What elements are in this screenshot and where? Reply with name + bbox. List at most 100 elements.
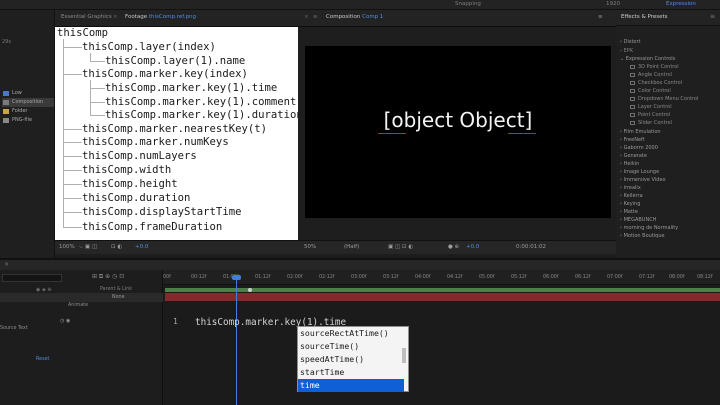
autocomplete-item-selected[interactable]: time bbox=[298, 379, 404, 392]
timeline-switches-icon[interactable]: ⊞ ⧉ ⊕ ◷ ⊡ bbox=[92, 273, 124, 281]
close-icon[interactable]: × bbox=[4, 261, 9, 268]
project-item[interactable]: PNG-file bbox=[2, 116, 54, 125]
footage-tab-bar: Essential Graphics × Footage thisComp.re… bbox=[55, 10, 298, 27]
top-toolbar: Snapping 1920 Expression bbox=[0, 0, 720, 10]
tab-composition-prefix: Composition bbox=[326, 14, 361, 20]
project-item[interactable]: Low bbox=[2, 89, 54, 98]
playhead[interactable] bbox=[236, 275, 237, 405]
resolution-dropdown[interactable]: (Half) bbox=[344, 244, 359, 250]
marker-icon[interactable] bbox=[248, 288, 252, 292]
fx-category[interactable]: › morning de Normality bbox=[620, 225, 678, 231]
code-line: thisComp.marker.key(1).duration bbox=[105, 109, 303, 121]
zoom-dropdown[interactable]: 100% bbox=[59, 244, 75, 250]
code-line: thisComp.width bbox=[82, 164, 172, 176]
code-line: thisComp.height bbox=[82, 178, 178, 190]
ruler-tick: 01:12f bbox=[255, 275, 271, 280]
panel-menu-icon[interactable]: ≡ bbox=[710, 13, 715, 20]
exposure-value[interactable]: +0.0 bbox=[466, 244, 479, 250]
fx-item[interactable]: Point Control bbox=[630, 112, 670, 118]
project-item-selected[interactable]: Composition bbox=[2, 98, 54, 107]
fx-item[interactable]: Layer Control bbox=[630, 104, 672, 110]
autocomplete-item[interactable]: startTime bbox=[298, 366, 404, 379]
workspace-tab[interactable]: Expression bbox=[666, 1, 696, 7]
autocomplete-scrollbar[interactable] bbox=[402, 348, 406, 363]
panel-menu-icon[interactable]: ≡ bbox=[598, 14, 603, 20]
tree-guide bbox=[63, 39, 64, 228]
fx-category[interactable]: › Matte bbox=[620, 209, 638, 215]
fx-category-label: Image Lounge bbox=[623, 169, 660, 175]
fx-item[interactable]: Dropdown Menu Control bbox=[630, 96, 699, 102]
tab-footage[interactable]: Footage thisComp.ref.png bbox=[125, 14, 196, 20]
ruler-tick: 04:00f bbox=[415, 275, 431, 280]
fx-category-expanded[interactable]: ⌄ Expression Controls bbox=[620, 56, 675, 62]
time-ruler[interactable]: 00f 00:12f 01:00f 01:12f 02:00f 02:12f 0… bbox=[163, 270, 720, 285]
tree-guide bbox=[90, 53, 91, 61]
lock-icon[interactable]: ≡ bbox=[313, 14, 318, 20]
fx-item[interactable]: Slider Control bbox=[630, 120, 672, 126]
layer-row[interactable] bbox=[0, 293, 163, 302]
fx-category-label: Motion Boutique bbox=[623, 233, 665, 239]
playhead-handle[interactable] bbox=[232, 275, 241, 280]
fit-icon[interactable]: ⌵ ▣ ◫ bbox=[79, 244, 97, 251]
fx-category[interactable]: › EPK bbox=[620, 48, 633, 54]
project-panel: 29s Low Composition Folder PNG-file bbox=[0, 10, 55, 258]
fx-category-label: Expression Controls bbox=[625, 56, 676, 62]
fx-category[interactable]: › Kellerra bbox=[620, 193, 643, 199]
tab-composition[interactable]: Composition Comp 1 bbox=[326, 14, 383, 20]
fx-category[interactable]: › Image Lounge bbox=[620, 169, 659, 175]
layer-name[interactable]: Animate bbox=[68, 303, 88, 308]
resolution-label: 1920 bbox=[606, 1, 620, 7]
fx-category[interactable]: › Distort bbox=[620, 39, 640, 45]
fx-category[interactable]: › Motion Boutique bbox=[620, 233, 665, 239]
fx-category[interactable]: › irrealix bbox=[620, 185, 641, 191]
parent-dropdown[interactable]: None bbox=[112, 295, 125, 300]
snapping-toggle[interactable]: Snapping bbox=[455, 1, 481, 7]
effect-icon bbox=[630, 64, 635, 69]
fx-item[interactable]: Checkbox Control bbox=[630, 80, 682, 86]
layer-duration-bar[interactable] bbox=[165, 293, 720, 301]
fx-category-label: Immersive Video bbox=[623, 177, 666, 183]
code-line: thisComp bbox=[57, 27, 109, 39]
fx-category[interactable]: › Immersive Video bbox=[620, 177, 666, 183]
close-icon[interactable]: × bbox=[304, 14, 309, 20]
fx-item[interactable]: 3D Point Control bbox=[630, 64, 679, 70]
fx-category[interactable]: › Heikin bbox=[620, 161, 639, 167]
code-line: thisComp.marker.nearestKey(t) bbox=[82, 123, 267, 135]
timecode[interactable]: 0:00:01:02 bbox=[516, 244, 546, 250]
project-item[interactable]: Folder bbox=[2, 107, 54, 116]
fx-category[interactable]: › MEGABUNCH bbox=[620, 217, 656, 223]
grid-icon[interactable]: ▣ ◫ ⊡ ◐ bbox=[388, 244, 413, 250]
viewer-text-layer[interactable]: [object Object] bbox=[305, 108, 611, 132]
fx-category[interactable]: › Generate bbox=[620, 153, 647, 159]
autocomplete-item[interactable]: sourceRectAtTime() bbox=[298, 327, 404, 340]
tree-branch bbox=[63, 184, 82, 185]
autocomplete-item[interactable]: speedAtTime() bbox=[298, 353, 404, 366]
fx-category[interactable]: › FreeNeft bbox=[620, 137, 645, 143]
timeline-search-input[interactable] bbox=[2, 274, 62, 282]
tab-footage-name: thisComp.ref.png bbox=[148, 14, 196, 20]
close-icon[interactable]: × bbox=[113, 14, 118, 20]
timeline-layer-panel: ⊞ ⧉ ⊕ ◷ ⊡ Parent & Link ◉ ◈ ⊕ None Anima… bbox=[0, 270, 163, 405]
tree-branch bbox=[90, 115, 105, 116]
property-label[interactable]: Source Text bbox=[0, 326, 28, 331]
magnification-dropdown[interactable]: 50% bbox=[304, 244, 316, 250]
code-line: thisComp.layer(1).name bbox=[105, 55, 246, 67]
timecode-offset[interactable]: +0.0 bbox=[135, 244, 148, 250]
composition-frame[interactable] bbox=[305, 46, 611, 218]
tab-essential-graphics[interactable]: Essential Graphics bbox=[61, 14, 112, 20]
fx-category[interactable]: › Film Emulation bbox=[620, 129, 661, 135]
ruler-tick: 03:00f bbox=[351, 275, 367, 280]
fx-category[interactable]: › Keying bbox=[620, 201, 640, 207]
fx-category[interactable]: › Gaborm 2000 bbox=[620, 145, 658, 151]
fx-item[interactable]: Angle Control bbox=[630, 72, 672, 78]
ruler-tick: 08:12f bbox=[697, 275, 713, 280]
reset-link[interactable]: Reset bbox=[36, 357, 49, 362]
code-line: thisComp.frameDuration bbox=[82, 221, 223, 233]
autocomplete-item[interactable]: sourceTime() bbox=[298, 340, 404, 353]
color-channels-icon[interactable]: ● ⊕ bbox=[448, 244, 459, 250]
effect-icon bbox=[630, 112, 635, 117]
stopwatch-icon[interactable]: ◷ ◉ bbox=[60, 318, 70, 324]
fx-item[interactable]: Color Control bbox=[630, 88, 671, 94]
snapshot-icon[interactable]: ⊡ ◐ bbox=[111, 244, 122, 250]
fx-item-label: Layer Control bbox=[638, 104, 672, 110]
